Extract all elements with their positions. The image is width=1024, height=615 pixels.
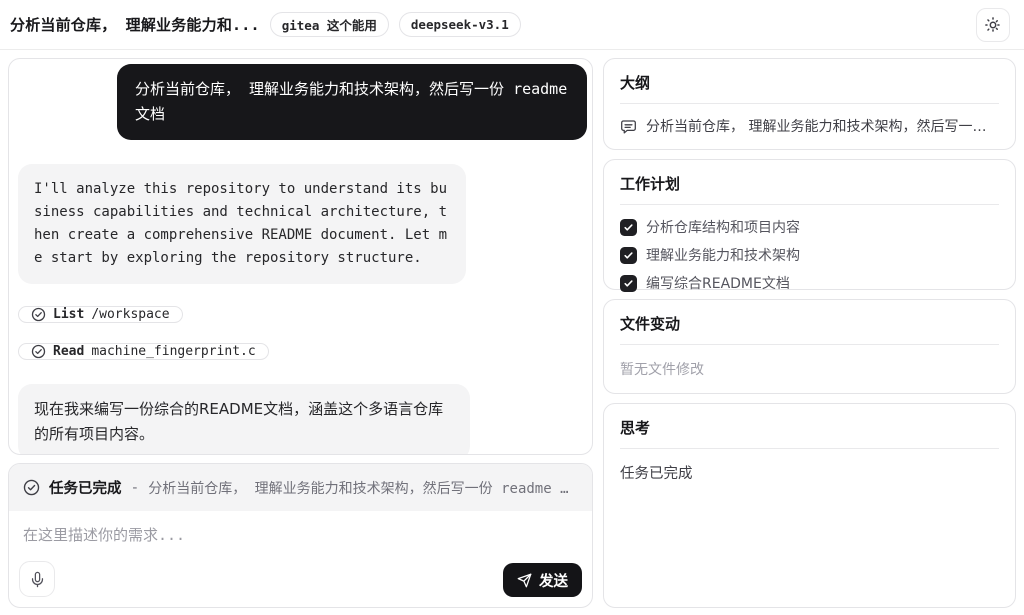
check-circle-icon bbox=[31, 307, 46, 322]
work-plan-panel: 工作计划 分析仓库结构和项目内容 理解业务能力和技术架构 bbox=[603, 159, 1016, 290]
plan-item: 分析仓库结构和项目内容 bbox=[620, 217, 999, 237]
voice-input-button[interactable] bbox=[19, 561, 55, 597]
divider bbox=[620, 103, 999, 104]
outline-panel: 大纲 分析当前仓库， 理解业务能力和技术架构，然后写一… bbox=[603, 58, 1016, 150]
tool-arg: /workspace bbox=[91, 307, 169, 322]
top-bar: 分析当前仓库， 理解业务能力和... gitea 这个能用 deepseek-v… bbox=[0, 0, 1024, 50]
thinking-panel: 思考 任务已完成 bbox=[603, 403, 1016, 608]
check-circle-icon bbox=[31, 344, 46, 359]
thinking-panel-title: 思考 bbox=[620, 417, 999, 438]
work-plan-panel-title: 工作计划 bbox=[620, 173, 999, 194]
message-input[interactable] bbox=[23, 524, 578, 558]
divider bbox=[620, 448, 999, 449]
task-status-bar[interactable]: 任务已完成 - 分析当前仓库， 理解业务能力和技术架构，然后写一份 readme… bbox=[9, 464, 592, 511]
status-detail: 分析当前仓库， 理解业务能力和技术架构，然后写一份 readme … bbox=[148, 478, 568, 498]
plan-item-label: 分析仓库结构和项目内容 bbox=[646, 217, 800, 237]
file-changes-empty-text: 暂无文件修改 bbox=[620, 359, 999, 379]
checkbox-checked-icon[interactable] bbox=[620, 275, 637, 292]
tool-arg: machine_fingerprint.c bbox=[91, 344, 255, 359]
tool-name: List bbox=[53, 307, 84, 322]
badge-model[interactable]: deepseek-v3.1 bbox=[399, 12, 521, 37]
side-panels: 大纲 分析当前仓库， 理解业务能力和技术架构，然后写一… 工作计划 bbox=[603, 58, 1016, 608]
send-button[interactable]: 发送 bbox=[503, 563, 582, 597]
plan-item-label: 编写综合README文档 bbox=[646, 273, 790, 293]
microphone-icon bbox=[29, 571, 46, 588]
chat-column: 分析当前仓库， 理解业务能力和技术架构，然后写一份 readme 文档 I'll… bbox=[8, 58, 593, 608]
checkbox-checked-icon[interactable] bbox=[620, 247, 637, 264]
plan-item-label: 理解业务能力和技术架构 bbox=[646, 245, 800, 265]
chat-scroll-area[interactable]: 分析当前仓库， 理解业务能力和技术架构，然后写一份 readme 文档 I'll… bbox=[8, 58, 593, 455]
outline-panel-title: 大纲 bbox=[620, 72, 999, 93]
divider bbox=[620, 344, 999, 345]
assistant-message-bubble: I'll analyze this repository to understa… bbox=[18, 164, 466, 284]
tool-name: Read bbox=[53, 344, 84, 359]
send-label: 发送 bbox=[539, 570, 568, 591]
status-title: 任务已完成 bbox=[49, 477, 122, 498]
composer-actions: 发送 bbox=[9, 561, 592, 607]
paper-plane-icon bbox=[517, 573, 532, 588]
file-changes-panel: 文件变动 暂无文件修改 bbox=[603, 299, 1016, 394]
user-message-bubble: 分析当前仓库， 理解业务能力和技术架构，然后写一份 readme 文档 bbox=[117, 64, 587, 140]
plan-list: 分析仓库结构和项目内容 理解业务能力和技术架构 编写综合README文档 bbox=[620, 217, 999, 293]
sun-icon bbox=[984, 16, 1002, 34]
main-content: 分析当前仓库， 理解业务能力和技术架构，然后写一份 readme 文档 I'll… bbox=[0, 50, 1024, 615]
check-circle-icon bbox=[23, 479, 40, 496]
outline-item[interactable]: 分析当前仓库， 理解业务能力和技术架构，然后写一… bbox=[620, 117, 999, 135]
file-changes-panel-title: 文件变动 bbox=[620, 313, 999, 334]
outline-item-text: 分析当前仓库， 理解业务能力和技术架构，然后写一… bbox=[646, 117, 986, 135]
divider bbox=[620, 204, 999, 205]
comment-icon bbox=[620, 118, 637, 135]
assistant-message-bubble: 现在我来编写一份综合的README文档，涵盖这个多语言仓库的所有项目内容。 bbox=[18, 384, 470, 455]
plan-item: 编写综合README文档 bbox=[620, 273, 999, 293]
plan-item: 理解业务能力和技术架构 bbox=[620, 245, 999, 265]
tool-call-read-file[interactable]: Read machine_fingerprint.c bbox=[18, 343, 269, 360]
thinking-content: 任务已完成 bbox=[620, 462, 999, 483]
badge-repo[interactable]: gitea 这个能用 bbox=[270, 12, 389, 37]
checkbox-checked-icon[interactable] bbox=[620, 219, 637, 236]
tool-call-list-workspace[interactable]: List /workspace bbox=[18, 306, 183, 323]
conversation-title: 分析当前仓库， 理解业务能力和... bbox=[10, 14, 260, 35]
theme-toggle-button[interactable] bbox=[976, 8, 1010, 42]
status-separator: - bbox=[131, 480, 140, 496]
composer: 任务已完成 - 分析当前仓库， 理解业务能力和技术架构，然后写一份 readme… bbox=[8, 463, 593, 608]
